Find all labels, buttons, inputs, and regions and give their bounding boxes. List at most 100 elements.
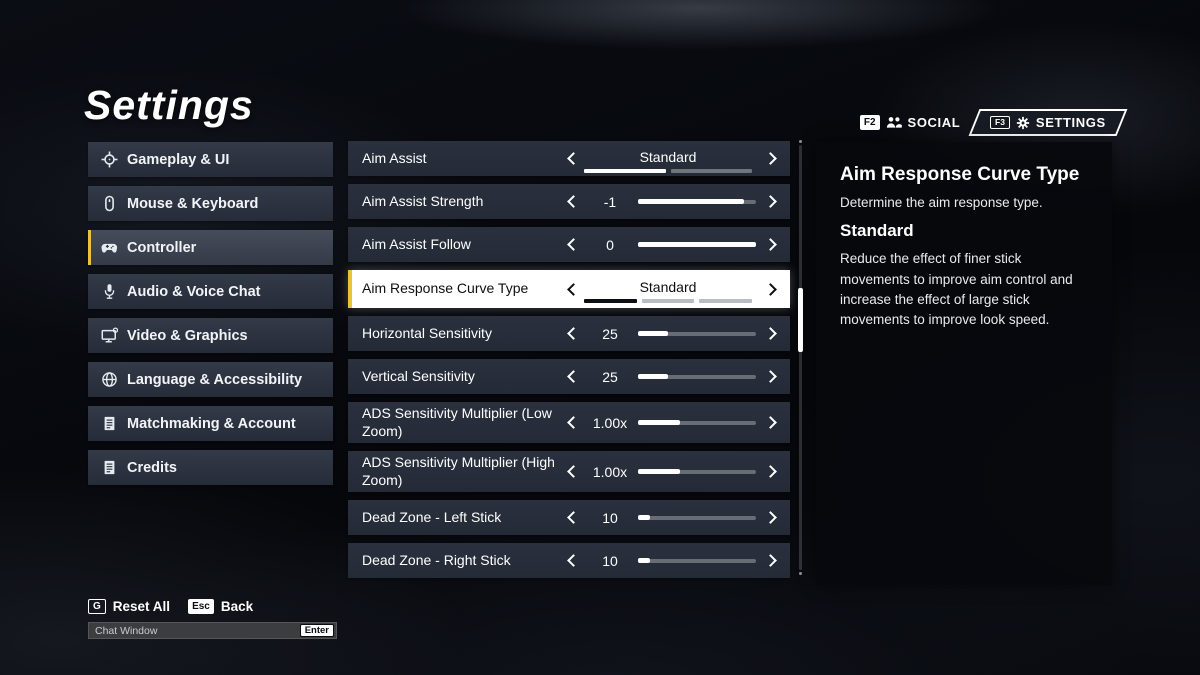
info-title: Aim Response Curve Type: [840, 164, 1088, 186]
option-segments: [584, 299, 752, 303]
chat-input[interactable]: Chat Window Enter: [88, 622, 337, 639]
globe-icon: [101, 371, 118, 388]
social-button[interactable]: F2 SOCIAL: [860, 115, 960, 130]
setting-row-aim-assist-follow[interactable]: Aim Assist Follow 0: [348, 227, 790, 262]
slider[interactable]: [638, 470, 756, 474]
sidebar-item-matchmaking-account[interactable]: Matchmaking & Account: [88, 406, 333, 441]
mouse-icon: [101, 195, 118, 212]
chevron-left-icon[interactable]: [562, 154, 582, 163]
setting-controls: 25: [562, 359, 790, 394]
setting-middle: -1: [582, 194, 762, 210]
info-value-name: Standard: [840, 221, 1088, 241]
scrollbar-track[interactable]: [799, 145, 802, 570]
sidebar-item-label: Language & Accessibility: [127, 372, 302, 388]
setting-value: 10: [582, 553, 638, 569]
slider[interactable]: [638, 375, 756, 379]
setting-label: Aim Response Curve Type: [348, 277, 562, 301]
setting-row-ads-sensitivity-multiplier-high-zoom[interactable]: ADS Sensitivity Multiplier (High Zoom) 1…: [348, 451, 790, 492]
chevron-right-icon[interactable]: [762, 556, 782, 565]
setting-row-ads-sensitivity-multiplier-low-zoom[interactable]: ADS Sensitivity Multiplier (Low Zoom) 1.…: [348, 402, 790, 443]
setting-row-aim-assist[interactable]: Aim Assist Standard: [348, 141, 790, 176]
chevron-left-icon[interactable]: [562, 285, 582, 294]
setting-row-vertical-sensitivity[interactable]: Vertical Sensitivity 25: [348, 359, 790, 394]
setting-row-dead-zone-right-stick[interactable]: Dead Zone - Right Stick 10: [348, 543, 790, 578]
chevron-left-icon[interactable]: [562, 372, 582, 381]
sidebar-item-video-graphics[interactable]: Video & Graphics: [88, 318, 333, 353]
choice-box: Standard: [582, 145, 762, 173]
option-segment: [584, 169, 666, 173]
slider[interactable]: [638, 516, 756, 520]
setting-middle: Standard: [582, 275, 762, 303]
chevron-right-icon[interactable]: [762, 329, 782, 338]
setting-value: Standard: [582, 279, 754, 295]
sidebar-item-credits[interactable]: Credits: [88, 450, 333, 485]
setting-middle: 1.00x: [582, 415, 762, 431]
sidebar-item-mouse-keyboard[interactable]: Mouse & Keyboard: [88, 186, 333, 221]
chevron-right-icon[interactable]: [762, 372, 782, 381]
esc-key-badge: Esc: [188, 599, 214, 614]
reset-all-button[interactable]: G Reset All: [88, 599, 170, 614]
sidebar-item-label: Controller: [127, 240, 196, 256]
setting-controls: 10: [562, 500, 790, 535]
chevron-left-icon[interactable]: [562, 197, 582, 206]
settings-tab-label: SETTINGS: [1036, 115, 1106, 130]
setting-row-aim-response-curve-type[interactable]: Aim Response Curve Type Standard: [348, 270, 790, 308]
sidebar-item-label: Gameplay & UI: [127, 152, 229, 168]
setting-middle: 10: [582, 510, 762, 526]
gamepad-icon: [101, 239, 118, 256]
chevron-right-icon[interactable]: [762, 285, 782, 294]
chevron-right-icon[interactable]: [762, 154, 782, 163]
back-label: Back: [221, 599, 253, 614]
chevron-right-icon[interactable]: [762, 197, 782, 206]
setting-row-horizontal-sensitivity[interactable]: Horizontal Sensitivity 25: [348, 316, 790, 351]
sidebar-item-gameplay-ui[interactable]: Gameplay & UI: [88, 142, 333, 177]
setting-label: Aim Assist Strength: [348, 190, 562, 214]
chevron-right-icon[interactable]: [762, 240, 782, 249]
chevron-left-icon[interactable]: [562, 513, 582, 522]
option-segment: [699, 299, 752, 303]
page-title: Settings: [84, 82, 254, 129]
setting-label: Dead Zone - Right Stick: [348, 549, 562, 573]
setting-middle: 25: [582, 326, 762, 342]
setting-row-aim-assist-strength[interactable]: Aim Assist Strength -1: [348, 184, 790, 219]
chevron-left-icon[interactable]: [562, 556, 582, 565]
sidebar-item-controller[interactable]: Controller: [88, 230, 333, 265]
settings-screen: Settings F2 SOCIAL F3: [0, 0, 1200, 675]
slider[interactable]: [638, 243, 756, 247]
slider-fill: [638, 242, 756, 247]
chevron-left-icon[interactable]: [562, 240, 582, 249]
slider[interactable]: [638, 559, 756, 563]
setting-middle: 0: [582, 237, 762, 253]
setting-value: 0: [582, 237, 638, 253]
setting-controls: Standard: [562, 141, 790, 176]
sidebar-item-label: Matchmaking & Account: [127, 416, 296, 432]
chevron-left-icon[interactable]: [562, 418, 582, 427]
slider-fill: [638, 331, 668, 336]
settings-tab-button[interactable]: F3 SETTINGS: [969, 109, 1128, 136]
setting-value: -1: [582, 194, 638, 210]
scrollbar-top-dot: [799, 140, 802, 143]
scrollbar-bottom-dot: [799, 572, 802, 575]
chevron-right-icon[interactable]: [762, 418, 782, 427]
slider[interactable]: [638, 421, 756, 425]
g-key-badge: G: [88, 599, 106, 614]
chevron-right-icon[interactable]: [762, 467, 782, 476]
setting-value: 10: [582, 510, 638, 526]
document-icon: [101, 415, 118, 432]
slider-fill: [638, 469, 680, 474]
chevron-left-icon[interactable]: [562, 467, 582, 476]
back-button[interactable]: Esc Back: [188, 599, 253, 614]
chevron-left-icon[interactable]: [562, 329, 582, 338]
slider[interactable]: [638, 332, 756, 336]
sidebar-item-audio-voice-chat[interactable]: Audio & Voice Chat: [88, 274, 333, 309]
setting-middle: Standard: [582, 145, 762, 173]
monitor-icon: [101, 327, 118, 344]
slider-fill: [638, 558, 650, 563]
option-segments: [584, 169, 752, 173]
slider[interactable]: [638, 200, 756, 204]
setting-row-dead-zone-left-stick[interactable]: Dead Zone - Left Stick 10: [348, 500, 790, 535]
setting-controls: -1: [562, 184, 790, 219]
scrollbar-thumb[interactable]: [798, 288, 803, 352]
chevron-right-icon[interactable]: [762, 513, 782, 522]
sidebar-item-language-accessibility[interactable]: Language & Accessibility: [88, 362, 333, 397]
